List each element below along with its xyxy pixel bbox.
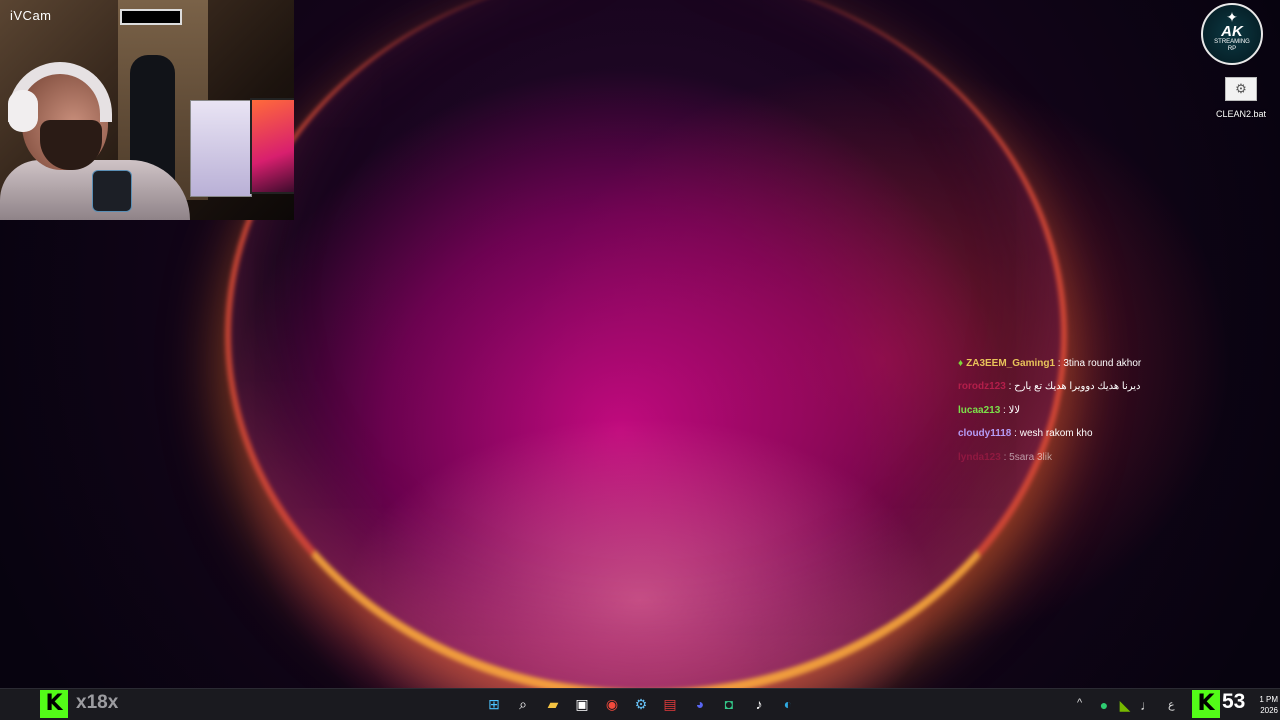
kick-channel-name: x18x [76,692,119,713]
start-icon[interactable]: ⊞ [483,693,505,715]
wallpaper-glow-ring [225,0,1067,688]
desktop-icon-label: CLEAN2.bat [1215,109,1267,119]
chat-username: rorodz123 [958,381,1006,393]
chat-separator: : [1011,428,1020,440]
desktop-wallpaper: iVCam ✦ AK STREAMING RP ⚙ CLEAN2.bat ♦ ZA… [0,0,1280,688]
microphone-icon[interactable]: ♩ [1137,694,1157,716]
kick-viewer-logo-icon: K [1192,690,1220,718]
tray-chevron-icon[interactable]: ^ [1077,697,1082,709]
chat-username: lynda123 [958,451,1001,463]
discord-icon[interactable]: ◕ [689,693,711,715]
ak-streaming-logo[interactable]: ✦ AK STREAMING RP [1201,3,1263,65]
webcam-overlay [0,0,294,220]
kick-logo-icon: K [40,690,68,718]
chat-message: ♦ ZA3EEM_Gaming1 : 3tina round akhor [958,355,1238,378]
logo-subtitle: STREAMING RP [1214,39,1250,52]
wuthering-waves-icon[interactable]: ▤ [659,693,681,715]
webcam-monitor [250,98,294,194]
webcam-pc-case [190,100,252,197]
webcam-blackbar [120,9,182,25]
chrome-icon[interactable]: ◉ [601,693,623,715]
tray-status-icon[interactable]: ● [1094,694,1114,716]
webcam-label: iVCam [10,8,52,23]
chat-text: 5sara 3lik [1009,451,1052,463]
viewer-count: 53 [1222,690,1246,713]
chat-text: ديرنا هديك دوويرا هديك تع يارح [1014,381,1141,393]
chat-separator: : [1000,451,1010,463]
language-indicator[interactable]: ع [1168,698,1175,711]
chat-badge-icon: ♦ [958,358,964,369]
search-icon[interactable]: ⌕ [512,693,534,715]
tiktok-icon[interactable]: ♪ [748,693,770,715]
chat-message: lucaa213 : لالا [958,402,1238,425]
chat-text: wesh rakom kho [1019,428,1093,440]
steam-icon[interactable]: ⚙ [630,693,652,715]
webcam-headset-earcup [8,90,38,132]
chat-username: ZA3EEM_Gaming1 [966,358,1056,369]
logo-text: AK [1221,23,1243,40]
chat-separator: : [1000,404,1009,416]
taskbar: K x18x ⊞ ⌕ ▰ ▣ ◉ ⚙ ▤ ◕ ◘ ♪ ◐ ^ ● ◣ ♩ ع K 53 1 PM 2… [0,688,1280,720]
desktop-icon-clean2-bat[interactable]: ⚙ CLEAN2.bat [1214,77,1268,119]
webcam-microphone [92,170,132,212]
chat-text: 3tina round akhor [1063,358,1142,369]
chat-separator: : [1005,381,1015,393]
chat-message: rorodz123 : ديرنا هديك دوويرا هديك تع يا… [958,378,1238,401]
chat-username: cloudy1118 [958,428,1012,440]
edge-icon[interactable]: ◐ [777,693,799,715]
gear-file-icon: ⚙ [1225,77,1257,101]
eagle-icon: ✦ [1226,9,1238,25]
chat-message: cloudy1118 : wesh rakom kho [958,425,1238,448]
store-icon[interactable]: ▣ [571,693,593,715]
app-green-icon[interactable]: ◘ [718,693,740,715]
chat-overlay: ♦ ZA3EEM_Gaming1 : 3tina round akhor rorod… [958,355,1238,472]
nvidia-icon[interactable]: ◣ [1115,694,1135,716]
file-explorer-icon[interactable]: ▰ [542,693,564,715]
chat-text: لالا [1008,404,1021,416]
chat-message: lynda123 : 5sara 3lik [958,449,1238,472]
chat-username: lucaa213 [958,404,1001,416]
